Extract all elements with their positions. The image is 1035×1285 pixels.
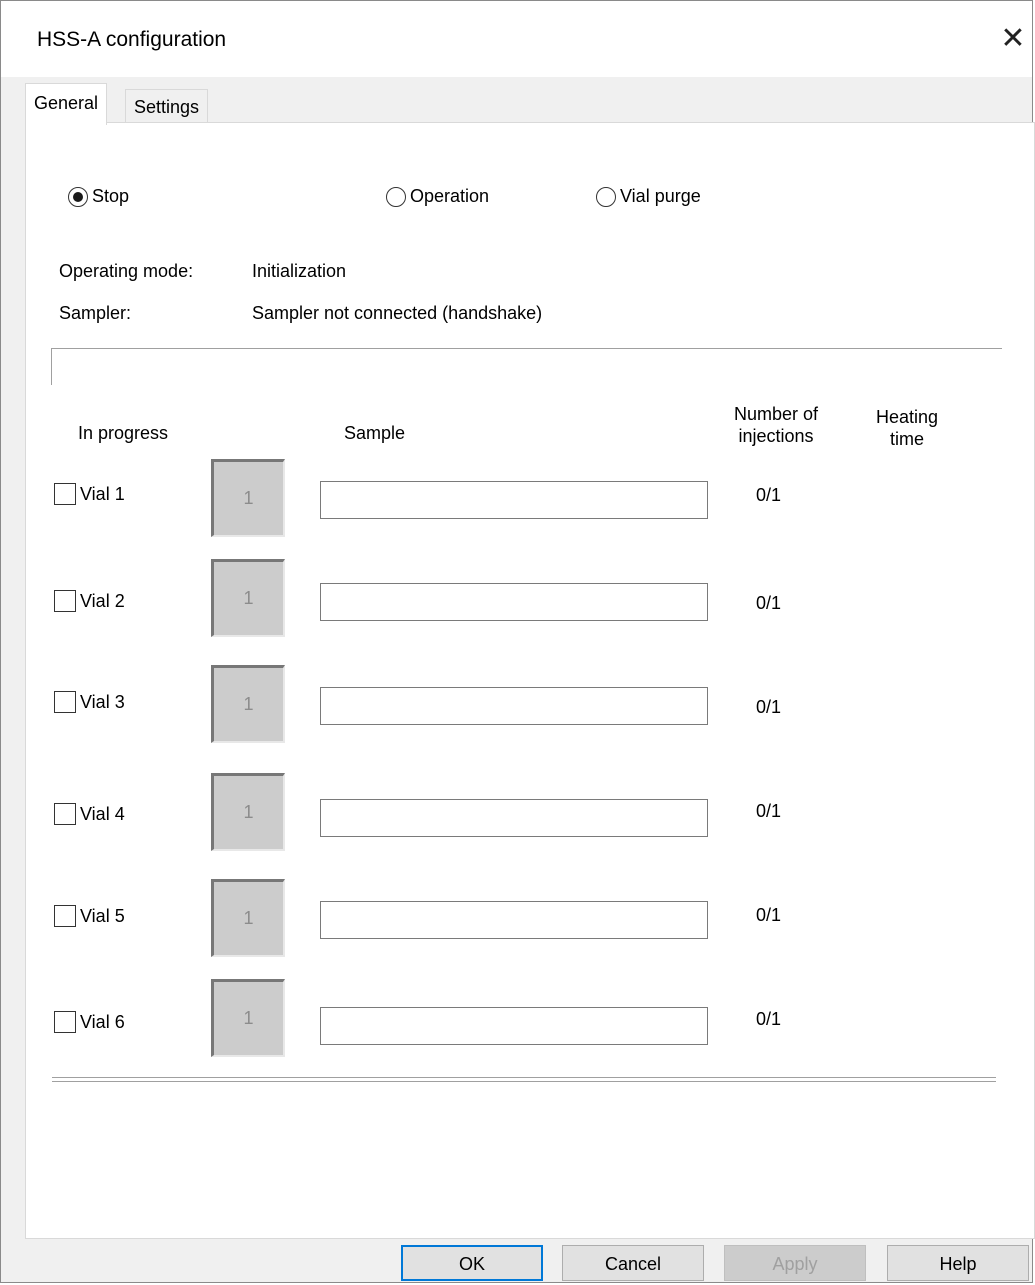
vial-2-count: 1 xyxy=(211,559,285,637)
vial-4-count: 1 xyxy=(211,773,285,851)
radio-vial-purge-indicator[interactable] xyxy=(596,186,616,207)
col-heating-line2: time xyxy=(889,429,924,449)
vial-6-label: Vial 6 xyxy=(80,1011,125,1032)
radio-operation-indicator[interactable] xyxy=(386,186,406,207)
vial-6-count: 1 xyxy=(211,979,285,1057)
vial-6-checkbox-box[interactable] xyxy=(54,1011,76,1033)
vial-2-injections: 0/1 xyxy=(756,593,782,613)
vial-2-sample-input[interactable] xyxy=(320,583,708,621)
operating-mode-label: Operating mode: xyxy=(59,261,194,281)
radio-vial-purge[interactable]: Vial purge xyxy=(596,186,701,207)
vial-3-label: Vial 3 xyxy=(80,691,125,712)
vial-1-label: Vial 1 xyxy=(80,483,125,504)
vial-1-injections: 0/1 xyxy=(756,485,782,505)
general-panel: Stop Operation Vial purge Operating mode… xyxy=(25,122,1035,1239)
config-dialog: HSS-A configuration ✕ General Settings S… xyxy=(0,0,1035,1283)
help-button[interactable]: Help xyxy=(887,1245,1029,1281)
vial-5-checkbox[interactable]: Vial 5 xyxy=(54,905,125,927)
radio-operation[interactable]: Operation xyxy=(386,186,489,207)
window-title: HSS-A configuration xyxy=(37,28,227,51)
col-heating-time: Heating time xyxy=(871,406,943,450)
vial-5-label: Vial 5 xyxy=(80,905,125,926)
cancel-button[interactable]: Cancel xyxy=(562,1245,704,1281)
col-injections-line2: injections xyxy=(738,426,814,446)
vial-1-checkbox[interactable]: Vial 1 xyxy=(54,483,125,505)
col-sample: Sample xyxy=(344,423,406,443)
vial-4-checkbox-box[interactable] xyxy=(54,803,76,825)
vial-4-checkbox[interactable]: Vial 4 xyxy=(54,803,125,825)
vial-1-sample-input[interactable] xyxy=(320,481,708,519)
radio-stop-indicator[interactable] xyxy=(68,186,88,207)
vial-1-count: 1 xyxy=(211,459,285,537)
close-icon[interactable]: ✕ xyxy=(991,17,1035,61)
col-injections: Number of injections xyxy=(720,403,832,447)
ok-button[interactable]: OK xyxy=(401,1245,543,1281)
radio-stop-label: Stop xyxy=(92,186,130,206)
col-injections-line1: Number of xyxy=(733,404,819,424)
radio-operation-label: Operation xyxy=(410,186,490,206)
operating-mode-value: Initialization xyxy=(252,261,347,281)
vial-3-count: 1 xyxy=(211,665,285,743)
vial-2-label: Vial 2 xyxy=(80,590,125,611)
vial-5-checkbox-box[interactable] xyxy=(54,905,76,927)
vial-3-checkbox[interactable]: Vial 3 xyxy=(54,691,125,713)
vial-4-sample-input[interactable] xyxy=(320,799,708,837)
vial-5-sample-input[interactable] xyxy=(320,901,708,939)
apply-button: Apply xyxy=(724,1245,866,1281)
sampler-value: Sampler not connected (handshake) xyxy=(252,303,543,323)
vial-3-checkbox-box[interactable] xyxy=(54,691,76,713)
radio-vial-purge-label: Vial purge xyxy=(620,186,701,206)
title-bar: HSS-A configuration ✕ xyxy=(1,1,1032,77)
tab-settings[interactable]: Settings xyxy=(125,89,209,125)
vial-3-sample-input[interactable] xyxy=(320,687,708,725)
sampler-label: Sampler: xyxy=(59,303,132,323)
vial-6-injections: 0/1 xyxy=(756,1009,782,1029)
vial-6-sample-input[interactable] xyxy=(320,1007,708,1045)
tab-general[interactable]: General xyxy=(25,83,108,125)
bottom-separator xyxy=(52,1077,996,1082)
vial-2-checkbox-box[interactable] xyxy=(54,590,76,612)
vial-1-checkbox-box[interactable] xyxy=(54,483,76,505)
vial-4-label: Vial 4 xyxy=(80,803,125,824)
col-heating-line1: Heating xyxy=(875,407,939,427)
vial-4-injections: 0/1 xyxy=(756,801,782,821)
vial-6-checkbox[interactable]: Vial 6 xyxy=(54,1011,125,1033)
vial-5-count: 1 xyxy=(211,879,285,957)
vial-5-injections: 0/1 xyxy=(756,905,782,925)
radio-stop[interactable]: Stop xyxy=(68,186,129,207)
col-in-progress: In progress xyxy=(78,423,169,443)
vial-3-injections: 0/1 xyxy=(756,697,782,717)
vial-2-checkbox[interactable]: Vial 2 xyxy=(54,590,125,612)
group-frame xyxy=(51,348,1002,385)
